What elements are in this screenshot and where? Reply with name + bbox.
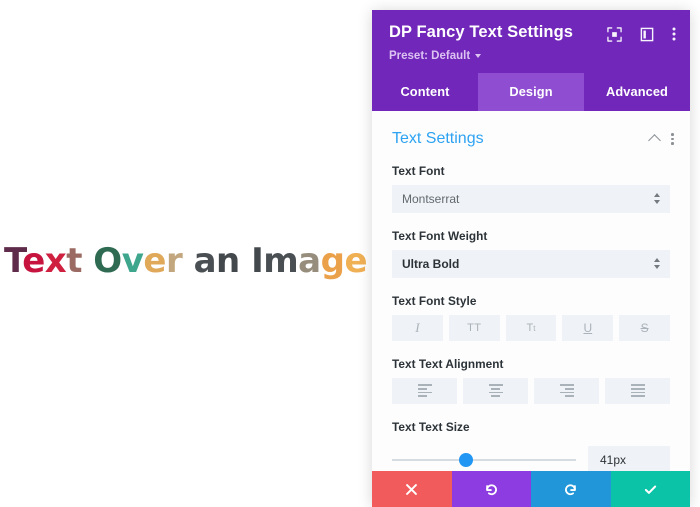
text-settings-section-header: Text Settings (372, 111, 690, 148)
module-settings-panel: DP Fancy Text Settings Preset: Default C… (372, 10, 690, 507)
undo-button[interactable] (451, 471, 531, 507)
text-font-weight-select[interactable]: Ultra Bold (392, 249, 670, 278)
section-header-icons (648, 132, 674, 147)
hero-text-char-4 (82, 241, 93, 281)
preset-selector[interactable]: Preset: Default (389, 50, 673, 62)
text-font-weight-value: Ultra Bold (402, 256, 460, 271)
more-options-icon[interactable] (671, 132, 674, 145)
chevron-down-icon (475, 53, 482, 58)
text-font-value: Montserrat (402, 191, 460, 206)
hero-text-char-0: T (4, 241, 23, 281)
field-label-text-font: Text Font (392, 163, 445, 178)
text-alignment-button-group (392, 377, 670, 404)
cancel-button[interactable] (372, 471, 452, 507)
italic-style-button[interactable]: I (392, 314, 443, 341)
align-center-icon (488, 384, 503, 398)
panel-layout-icon[interactable] (640, 27, 654, 42)
tab-content[interactable]: Content (372, 73, 478, 111)
field-text-size: Text Text Size 41px (372, 420, 690, 471)
strikethrough-style-button[interactable]: S (619, 314, 670, 341)
spinner-icon (654, 193, 660, 205)
hero-text-char-15: a (298, 241, 321, 281)
uppercase-icon: TT (467, 321, 482, 334)
hero-text-char-8: r (165, 241, 183, 281)
save-button[interactable] (610, 471, 690, 507)
underline-icon: U (583, 320, 593, 335)
field-label-text-alignment: Text Text Alignment (392, 356, 504, 371)
hero-text-char-2: x (44, 241, 67, 281)
section-title: Text Settings (392, 129, 484, 147)
text-size-slider-row: 41px (392, 445, 670, 471)
chevron-up-icon[interactable] (648, 133, 662, 147)
slider-handle[interactable] (458, 452, 473, 467)
close-icon (406, 483, 418, 495)
font-style-button-group: I TT Tt U S (392, 314, 670, 341)
align-left-icon (417, 384, 432, 398)
align-center-button[interactable] (463, 377, 528, 404)
target-focus-icon[interactable] (607, 26, 622, 42)
strikethrough-icon: S (640, 320, 649, 335)
underline-style-button[interactable]: U (562, 314, 614, 341)
align-right-button[interactable] (534, 377, 599, 404)
field-text-font: Text Font Montserrat (372, 164, 690, 213)
preset-label: Preset: Default (389, 49, 471, 62)
field-text-alignment: Text Text Alignment (372, 357, 690, 404)
hero-text-char-3: t (66, 241, 82, 281)
tab-design[interactable]: Design (478, 72, 584, 111)
hero-text-char-1: e (22, 241, 45, 281)
field-text-font-weight: Text Font Weight Ultra Bold (372, 229, 690, 278)
text-size-input[interactable]: 41px (588, 445, 670, 471)
field-label-text-font-style: Text Font Style (392, 293, 477, 308)
spinner-icon (654, 258, 660, 270)
settings-tab-bar: Content Design Advanced (372, 72, 690, 111)
hero-text-char-10: a (193, 241, 217, 281)
align-justify-icon (630, 384, 645, 398)
field-label-text-size: Text Text Size (392, 419, 470, 434)
align-left-button[interactable] (392, 377, 457, 404)
field-text-font-style: Text Font Style I TT Tt U S (372, 294, 690, 341)
design-canvas: Text Over an Image (0, 0, 372, 507)
panel-header: DP Fancy Text Settings Preset: Default (372, 10, 690, 73)
hero-text-char-12 (240, 241, 251, 281)
align-justify-button[interactable] (605, 377, 670, 404)
tab-advanced[interactable]: Advanced (584, 73, 690, 111)
hero-text-char-6: v (121, 241, 144, 281)
hero-text-char-17: e (344, 241, 368, 281)
hero-text-char-7: e (143, 241, 166, 281)
hero-text[interactable]: Text Over an Image (4, 241, 368, 281)
panel-action-bar (372, 471, 690, 507)
undo-icon (485, 483, 497, 495)
field-label-text-font-weight: Text Font Weight (392, 228, 488, 243)
hero-text-char-13: I (251, 241, 264, 281)
settings-body: Text Settings Text Font Montserrat Text … (372, 110, 690, 471)
small-caps-icon: Tt (526, 321, 536, 334)
hero-text-char-11: n (216, 241, 240, 281)
hero-text-char-16: g (320, 241, 345, 281)
hero-text-char-14: m (263, 241, 299, 281)
slider-track (392, 458, 576, 461)
hero-text-char-9 (182, 241, 193, 281)
uppercase-style-button[interactable]: TT (448, 314, 500, 341)
more-options-icon[interactable] (672, 26, 676, 42)
italic-icon: I (415, 319, 420, 335)
panel-header-icons (607, 26, 676, 42)
redo-icon (565, 483, 577, 495)
text-font-select[interactable]: Montserrat (392, 184, 670, 213)
check-icon (644, 485, 656, 494)
text-size-slider[interactable] (392, 451, 576, 469)
hero-text-char-5: O (93, 241, 122, 281)
align-right-icon (559, 384, 574, 398)
small-caps-style-button[interactable]: Tt (505, 314, 557, 341)
redo-button[interactable] (531, 471, 611, 507)
